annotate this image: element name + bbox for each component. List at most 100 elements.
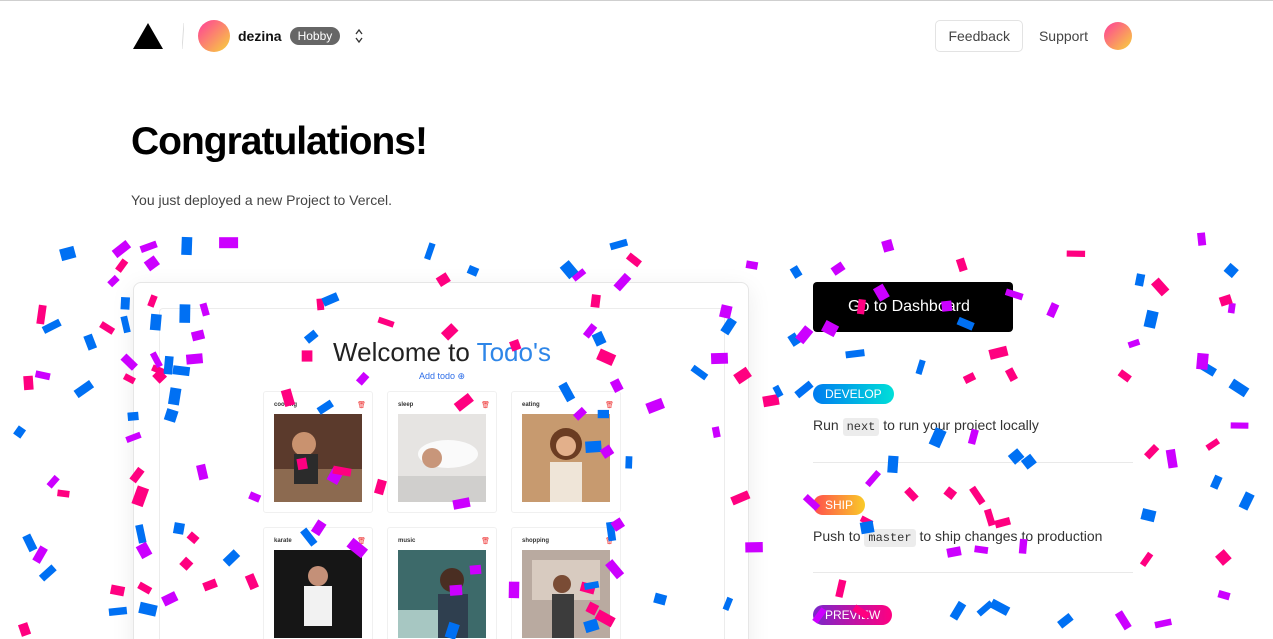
separator-slash-icon bbox=[182, 23, 184, 49]
confetti-piece bbox=[1197, 232, 1207, 246]
confetti-piece bbox=[143, 255, 161, 272]
confetti-piece bbox=[559, 260, 579, 280]
todo-card: shopping 🗑 bbox=[511, 527, 621, 639]
confetti-piece bbox=[120, 296, 131, 310]
confetti-piece bbox=[139, 240, 158, 253]
confetti-piece bbox=[994, 516, 1012, 529]
todo-photo bbox=[274, 550, 362, 638]
confetti-piece bbox=[946, 546, 962, 558]
confetti-piece bbox=[1114, 610, 1132, 631]
go-to-dashboard-button[interactable]: Go to Dashboard bbox=[813, 282, 1013, 332]
confetti-piece bbox=[34, 370, 51, 381]
todo-card: music 🗑 bbox=[387, 527, 497, 639]
vercel-logo-icon[interactable] bbox=[132, 22, 164, 50]
confetti-piece bbox=[1165, 448, 1178, 469]
todo-card: karate 🗑 bbox=[263, 527, 373, 639]
trash-icon: 🗑 bbox=[605, 402, 614, 409]
todo-label: eating bbox=[522, 402, 540, 408]
todo-card: eating 🗑 bbox=[511, 391, 621, 513]
deployment-preview-card[interactable]: Welcome to Todo's Add todo ⊕ cooking 🗑 s… bbox=[133, 282, 749, 639]
confetti-piece bbox=[1210, 474, 1223, 490]
confetti-piece bbox=[1228, 378, 1250, 398]
confetti-piece bbox=[1139, 551, 1154, 568]
confetti-piece bbox=[17, 622, 32, 637]
ship-tag: SHIP bbox=[813, 495, 866, 515]
confetti-piece bbox=[111, 240, 132, 259]
preview-welcome-heading: Welcome to Todo's bbox=[160, 337, 724, 368]
confetti-piece bbox=[949, 600, 967, 621]
todo-photo bbox=[522, 414, 610, 502]
confetti-piece bbox=[955, 257, 968, 273]
confetti-piece bbox=[120, 315, 131, 334]
confetti-piece bbox=[1134, 273, 1146, 287]
confetti-piece bbox=[107, 274, 120, 288]
confetti-piece bbox=[41, 318, 62, 334]
confetti-piece bbox=[1227, 302, 1236, 314]
todo-label: music bbox=[398, 538, 416, 544]
confetti-piece bbox=[219, 237, 239, 249]
confetti-piece bbox=[115, 258, 129, 273]
chevron-updown-icon[interactable] bbox=[354, 27, 364, 45]
confetti-piece bbox=[424, 242, 436, 261]
team-avatar[interactable] bbox=[198, 20, 230, 52]
confetti-piece bbox=[794, 380, 814, 399]
header-right: Feedback Support bbox=[935, 20, 1132, 52]
develop-text-before: Run bbox=[813, 417, 843, 433]
confetti-piece bbox=[969, 485, 986, 506]
confetti-piece bbox=[625, 252, 642, 268]
team-name[interactable]: dezina bbox=[238, 28, 282, 44]
confetti-piece bbox=[772, 384, 784, 398]
confetti-piece bbox=[835, 579, 847, 598]
welcome-prefix: Welcome to bbox=[333, 337, 477, 367]
develop-step-text: Run next to run your project locally bbox=[813, 417, 1039, 436]
todo-label: sleep bbox=[398, 402, 414, 408]
confetti-piece bbox=[904, 486, 919, 502]
confetti-piece bbox=[99, 321, 116, 335]
confetti-piece bbox=[108, 606, 128, 617]
feedback-button[interactable]: Feedback bbox=[935, 20, 1023, 52]
confetti-piece bbox=[1143, 309, 1159, 329]
confetti-piece bbox=[1144, 443, 1160, 460]
confetti-piece bbox=[13, 425, 27, 439]
top-header: dezina Hobby Feedback Support bbox=[132, 16, 1132, 56]
confetti-piece bbox=[859, 515, 874, 527]
confetti-piece bbox=[1238, 491, 1255, 511]
browser-top-line bbox=[0, 0, 1273, 3]
confetti-piece bbox=[1127, 338, 1141, 349]
confetti-piece bbox=[1200, 361, 1217, 377]
plan-badge: Hobby bbox=[289, 27, 341, 45]
todo-photo bbox=[398, 550, 486, 638]
confetti-piece bbox=[38, 564, 57, 582]
confetti-piece bbox=[787, 332, 801, 347]
confetti-piece bbox=[915, 359, 926, 375]
confetti-piece bbox=[1150, 277, 1170, 297]
confetti-piece bbox=[32, 545, 48, 564]
develop-text-after: to run your project locally bbox=[879, 417, 1039, 433]
confetti-piece bbox=[1230, 422, 1249, 429]
confetti-piece bbox=[988, 345, 1009, 360]
confetti-piece bbox=[745, 260, 759, 270]
confetti-piece bbox=[22, 533, 38, 553]
support-link[interactable]: Support bbox=[1039, 28, 1088, 44]
confetti-piece bbox=[46, 474, 60, 489]
step-divider bbox=[813, 462, 1133, 463]
develop-code: next bbox=[842, 418, 880, 436]
todo-photo bbox=[522, 550, 610, 638]
todo-label: karate bbox=[274, 538, 292, 544]
trash-icon: 🗑 bbox=[481, 538, 490, 545]
confetti-piece bbox=[571, 268, 587, 282]
trash-icon: 🗑 bbox=[481, 402, 490, 409]
confetti-piece bbox=[36, 304, 47, 325]
confetti-piece bbox=[1066, 250, 1086, 257]
page-title: Congratulations! bbox=[131, 120, 428, 163]
confetti-piece bbox=[1117, 369, 1132, 383]
confetti-piece bbox=[1154, 618, 1173, 629]
develop-tag: DEVELOP bbox=[813, 384, 894, 404]
ship-step-text: Push to master to ship changes to produc… bbox=[813, 528, 1102, 547]
confetti-piece bbox=[845, 349, 865, 359]
confetti-piece bbox=[789, 265, 803, 279]
user-avatar[interactable] bbox=[1104, 22, 1132, 50]
ship-code: master bbox=[864, 529, 916, 547]
confetti-piece bbox=[59, 245, 77, 262]
step-divider bbox=[813, 572, 1133, 573]
